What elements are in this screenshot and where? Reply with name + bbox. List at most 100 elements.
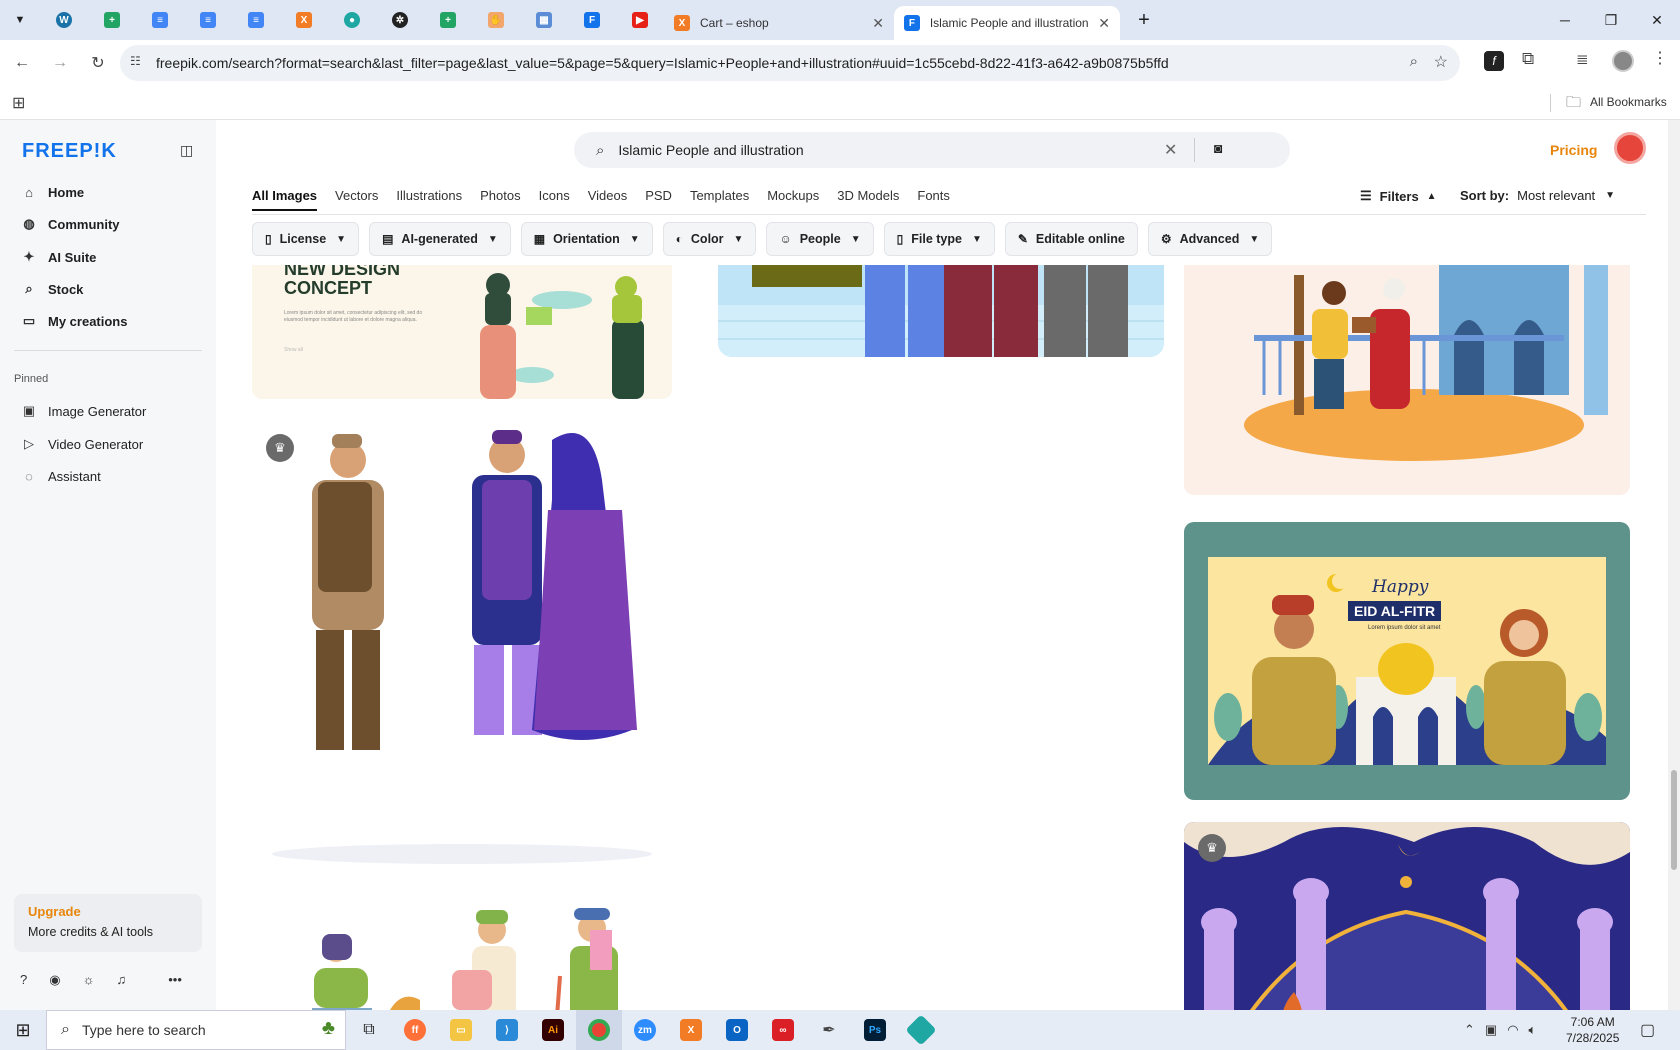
tab-favicon[interactable]: W	[40, 0, 88, 40]
close-icon[interactable]: ✕	[1098, 15, 1110, 32]
tab-favicon[interactable]: X	[280, 0, 328, 40]
chevron-up-icon[interactable]: ⌃	[1464, 1022, 1475, 1038]
tab-photos[interactable]: Photos	[480, 188, 520, 211]
back-button[interactable]: ←	[6, 47, 38, 79]
close-window-button[interactable]: ✕	[1634, 0, 1680, 40]
tab-cart-eshop[interactable]: X Cart – eshop ✕	[664, 6, 894, 40]
tab-favicon[interactable]: ≡	[232, 0, 280, 40]
taskbar-xampp[interactable]: X	[668, 1010, 714, 1050]
chip-file-type[interactable]: ▯ File type ▼	[883, 222, 995, 256]
tab-templates[interactable]: Templates	[690, 188, 749, 211]
tab-favicon[interactable]: +	[88, 0, 136, 40]
taskbar-photoshop[interactable]: Ps	[852, 1010, 898, 1050]
taskbar-app[interactable]	[898, 1010, 944, 1050]
taskbar-firefox[interactable]: ff	[392, 1010, 438, 1050]
tab-favicon[interactable]: ✋	[472, 0, 520, 40]
tab-freepik-search[interactable]: F Islamic People and illustration ✕	[894, 6, 1120, 40]
profile-avatar[interactable]	[1612, 50, 1634, 72]
taskbar-search-input[interactable]: Type here to search	[82, 1022, 206, 1038]
sidebar-item-my-creations[interactable]: ▭ My creations	[20, 309, 128, 333]
chip-editable-online[interactable]: ✎ Editable online	[1004, 222, 1138, 256]
sidebar-item-stock[interactable]: ⌕ Stock	[20, 277, 83, 301]
task-view-button[interactable]: ⧉	[346, 1010, 392, 1050]
tab-3d-models[interactable]: 3D Models	[837, 188, 899, 211]
sidebar-item-ai-suite[interactable]: ✦ AI Suite	[20, 245, 97, 269]
more-icon[interactable]: •••	[168, 972, 182, 988]
tab-icons[interactable]: Icons	[539, 188, 570, 211]
taskbar-outlook[interactable]: O	[714, 1010, 760, 1050]
chip-license[interactable]: ▯ License ▼	[252, 222, 360, 256]
apps-grid-icon[interactable]: ⊞	[12, 93, 25, 113]
result-card-charity-mosque[interactable]	[1184, 265, 1630, 495]
tab-favicon[interactable]: +	[424, 0, 472, 40]
taskbar-creative-cloud[interactable]: ∞	[760, 1010, 806, 1050]
pricing-link[interactable]: Pricing	[1550, 142, 1597, 158]
taskbar-chrome[interactable]	[576, 1010, 622, 1050]
start-button[interactable]: ⊞	[0, 1010, 46, 1050]
omnibox[interactable]: ☷ freepik.com/search?format=search&last_…	[120, 45, 1460, 81]
result-card-eid-al-fitr[interactable]: Happy EID AL-FITR Lorem ipsum dolor sit …	[1184, 522, 1630, 800]
all-bookmarks-link[interactable]: All Bookmarks	[1590, 95, 1667, 109]
tab-fonts[interactable]: Fonts	[917, 188, 950, 211]
tab-psd[interactable]: PSD	[645, 188, 672, 211]
tab-favicon[interactable]: ▶	[616, 0, 664, 40]
puzzle-icon[interactable]: ⧉	[1522, 49, 1534, 69]
tab-favicon[interactable]: ●	[328, 0, 376, 40]
sidebar-item-assistant[interactable]: ◌ Assistant	[20, 464, 101, 488]
result-card-concept[interactable]: NEW DESIGN CONCEPT Lorem ipsum dolor sit…	[252, 265, 672, 399]
tab-mockups[interactable]: Mockups	[767, 188, 819, 211]
chip-people[interactable]: ☺ People ▼	[766, 222, 874, 256]
tab-vectors[interactable]: Vectors	[335, 188, 378, 211]
sidebar-item-video-generator[interactable]: ▷ Video Generator	[20, 432, 143, 456]
taskbar-zoom[interactable]: zm	[622, 1010, 668, 1050]
chip-orientation[interactable]: ▦ Orientation ▼	[520, 222, 653, 256]
upgrade-card[interactable]: Upgrade More credits & AI tools	[14, 894, 202, 952]
clock[interactable]: 7:06 AM 7/28/2025	[1566, 1014, 1619, 1046]
tab-all-images[interactable]: All Images	[252, 188, 318, 211]
user-avatar[interactable]	[1614, 132, 1646, 164]
notification-button[interactable]: ▢	[1640, 1020, 1655, 1040]
star-icon[interactable]: ☆	[1434, 52, 1448, 72]
tab-search-button[interactable]: ▼	[0, 0, 40, 40]
help-icon[interactable]: ?	[20, 972, 27, 988]
tab-videos[interactable]: Videos	[588, 188, 628, 211]
wifi-icon[interactable]: ◠	[1507, 1022, 1518, 1038]
chip-color[interactable]: ◐ Color ▼	[662, 222, 757, 256]
page-scrollbar[interactable]	[1668, 120, 1680, 1010]
scrollbar-thumb[interactable]	[1671, 770, 1677, 870]
clear-search-icon[interactable]: ✕	[1164, 140, 1177, 160]
theme-icon[interactable]: ☼	[83, 972, 95, 988]
tab-illustrations[interactable]: Illustrations	[396, 188, 462, 211]
close-icon[interactable]: ✕	[872, 15, 884, 32]
volume-icon[interactable]: 🔈︎	[1529, 1022, 1537, 1038]
taskbar-pen-tool[interactable]: ✒	[806, 1010, 852, 1050]
sort-control[interactable]: Sort by: Most relevant ▼	[1460, 188, 1615, 203]
restore-button[interactable]: ❐	[1588, 0, 1634, 40]
zoom-icon[interactable]: ⌕	[1410, 53, 1418, 70]
tab-favicon[interactable]: ✲	[376, 0, 424, 40]
freepik-logo[interactable]: FREEP!K	[22, 140, 117, 163]
result-card-walking-people[interactable]: ♛	[252, 420, 672, 872]
site-info-icon[interactable]: ☷	[130, 54, 141, 68]
chip-advanced[interactable]: ⚙ Advanced ▼	[1147, 222, 1273, 256]
new-tab-button[interactable]: +	[1120, 0, 1168, 40]
media-icon[interactable]: ≣	[1576, 50, 1589, 68]
tab-favicon[interactable]: ▦	[520, 0, 568, 40]
tab-favicon[interactable]: ≡	[136, 0, 184, 40]
reload-button[interactable]: ↻	[82, 47, 114, 79]
sidebar-item-image-generator[interactable]: ▣ Image Generator	[20, 399, 146, 423]
chip-ai-generated[interactable]: ▤ AI-generated ▼	[369, 222, 511, 256]
discord-icon[interactable]: ◉	[49, 972, 60, 988]
result-card-mosque-night[interactable]: ♛	[1184, 822, 1630, 1010]
tab-favicon[interactable]: F	[568, 0, 616, 40]
result-card-people-legs[interactable]	[718, 265, 1164, 357]
result-card-people-with-cat[interactable]	[252, 890, 672, 1010]
minimize-button[interactable]: ─	[1542, 0, 1588, 40]
network-icon[interactable]: ▣	[1485, 1022, 1497, 1038]
camera-icon[interactable]: ◙	[1214, 140, 1222, 156]
taskbar-search[interactable]: ⌕ Type here to search ♣	[46, 1010, 346, 1050]
taskbar-explorer[interactable]: ▭	[438, 1010, 484, 1050]
bell-icon[interactable]: ♫	[117, 972, 127, 988]
search-bar[interactable]: ⌕ Islamic People and illustration ✕ ◙	[574, 132, 1290, 168]
tab-favicon[interactable]: ≡	[184, 0, 232, 40]
